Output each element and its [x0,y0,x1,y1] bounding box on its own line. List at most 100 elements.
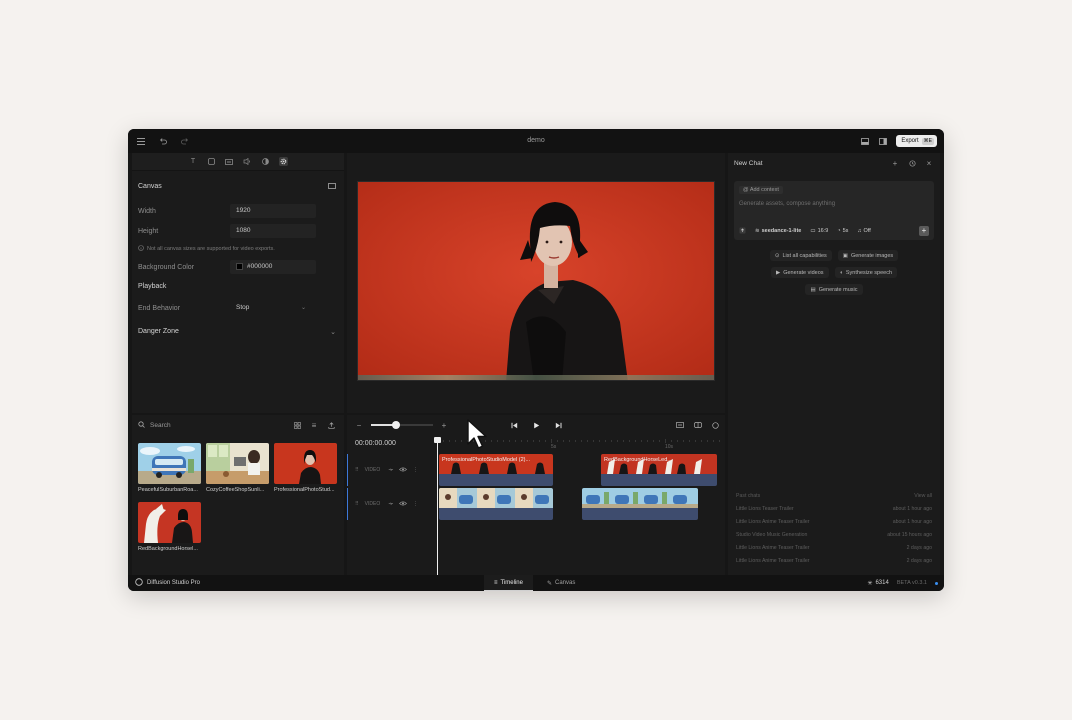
video-preview[interactable] [357,181,715,381]
past-chat-item[interactable]: Little Lions Teaser Trailer about 1 hour … [736,502,932,515]
media-thumbnail[interactable] [138,502,201,543]
chat-header: New Chat + × [728,153,940,173]
danger-zone-toggle[interactable]: Danger Zone ⌄ [138,328,338,340]
media-item-name: ProfessionalPhotoStud... [274,487,335,493]
suggestion-label: Generate music [818,286,858,293]
media-item-name: CozyCoffeeShopSunli... [206,487,265,493]
playhead[interactable] [434,437,441,575]
past-chat-item[interactable]: Little Lions Anime Teaser Trailer 2 days … [736,554,932,567]
eye-icon[interactable] [399,501,408,508]
timer-icon: ◔ [837,227,841,234]
suggestion-list-capabilities[interactable]: ⊙ List all capabilities [769,250,832,261]
audio-tool-icon[interactable] [243,157,252,166]
timeline-clip[interactable]: RedBackgroundHorseLed... [601,454,717,486]
background-color-field[interactable]: #000000 [230,260,316,274]
clip-underlay [439,508,553,520]
grid-view-icon[interactable] [292,420,302,430]
layout-right-icon[interactable] [878,136,888,146]
split-icon[interactable] [693,420,703,430]
chat-input[interactable]: Generate assets, compose anything [739,201,835,207]
play-icon[interactable] [531,420,541,430]
undo-icon[interactable] [158,136,168,146]
close-icon[interactable]: × [924,158,934,168]
filter-tool-icon[interactable] [261,157,270,166]
settings-gear-icon[interactable] [278,157,288,166]
aspect-selector[interactable]: ▭ 16:9 [810,228,828,234]
shape-tool-icon[interactable] [207,157,216,166]
timeline-clip[interactable] [439,488,553,520]
audio-selector[interactable]: ♫ Off [857,228,870,234]
ruler-tick [587,440,588,442]
chat-input-box[interactable]: @ Add context Generate assets, compose a… [734,181,934,240]
layout-bottom-icon[interactable] [860,136,870,146]
suggestion-generate-music[interactable]: ▤ Generate music [805,284,863,295]
tab-canvas[interactable]: ✎ Canvas [537,575,585,591]
caption-tool-icon[interactable] [225,157,234,166]
ruler-tick [719,440,720,442]
ruler-tick [449,440,450,442]
preview-strip-bottom [358,375,714,380]
zoom-slider-handle[interactable] [391,421,400,429]
send-button[interactable]: + [919,226,929,236]
more-options-icon[interactable]: ⋮ [413,501,418,507]
search-input[interactable]: Search [150,422,171,429]
ruler-tick [527,440,528,442]
zoom-slider[interactable] [371,421,433,429]
playhead-handle[interactable] [434,437,441,443]
view-all-link[interactable]: View all [914,493,932,499]
ruler-tick [557,440,558,442]
canvas-frame-icon[interactable] [328,183,336,191]
suggestion-generate-videos[interactable]: ▶ Generate videos [770,267,829,278]
add-context-button[interactable]: @ Add context [739,186,783,194]
end-behavior-select[interactable]: Stop ⌄ [230,301,316,315]
suggestion-synthesize-speech[interactable]: ◖ Synthesize speech [834,267,898,278]
split-track-icon[interactable]: ⟛ [389,501,394,507]
more-options-icon[interactable]: ⋮ [413,467,418,473]
export-shortcut: ⌘E [921,137,934,145]
history-icon[interactable] [907,158,917,168]
ruler-tick [659,440,660,442]
zoom-out-icon[interactable]: − [354,420,364,430]
text-tool-icon[interactable]: T [189,157,198,166]
timeline-clip[interactable]: ProfessionalPhotoStudioModel (2)... [439,454,553,486]
skip-back-icon[interactable] [509,420,519,430]
media-thumbnail[interactable] [138,443,201,484]
height-field[interactable]: 1080 [230,224,316,238]
record-icon[interactable] [710,420,720,430]
tab-timeline[interactable]: ≡ Timeline [484,575,533,591]
media-thumbnail[interactable] [274,443,337,484]
eye-icon[interactable] [399,467,408,474]
split-track-icon[interactable]: ⟛ [389,467,394,473]
duration-selector[interactable]: ◔ 5s [837,228,848,234]
menu-icon[interactable] [136,136,146,146]
search-icon[interactable] [138,420,145,430]
ruler-tick [653,440,654,442]
suggestion-generate-images[interactable]: ▣ Generate images [837,250,899,261]
drag-handle-icon[interactable]: ⠿ [355,501,359,507]
duration-label: 5s [842,227,849,234]
upload-icon[interactable] [326,420,336,430]
media-thumbnail[interactable] [206,443,269,484]
export-button[interactable]: Export ⌘E [896,135,937,147]
past-chat-item[interactable]: Little Lions Anime Teaser Trailer 2 days … [736,541,932,554]
model-selector[interactable]: ≋ seedance-1-lite [755,228,801,234]
redo-icon[interactable] [180,136,190,146]
titlebar-left [136,129,190,153]
past-chat-item[interactable]: Little Lions Anime Teaser Trailer about 1… [736,515,932,528]
plus-icon[interactable]: + [890,158,900,168]
color-swatch[interactable] [236,262,243,270]
attachment-icon[interactable] [739,227,746,234]
past-chat-item[interactable]: Studio Video Music Generation about 15 ho… [736,528,932,541]
past-chat-time: 2 days ago [906,557,932,564]
timeline-clip[interactable] [582,488,698,520]
credits-badge[interactable]: ✳ 6314 [867,580,888,587]
chevron-down-icon: ⌄ [300,305,306,311]
drag-handle-icon[interactable]: ⠿ [355,467,359,473]
titlebar-right: Export ⌘E [860,129,937,153]
skip-forward-icon[interactable] [553,420,563,430]
width-field[interactable]: 1920 [230,204,316,218]
suggestion-label: Generate images [850,252,894,259]
captions-icon[interactable] [675,420,685,430]
zoom-in-icon[interactable]: + [439,420,449,430]
sort-icon[interactable]: ≡ [309,420,319,430]
